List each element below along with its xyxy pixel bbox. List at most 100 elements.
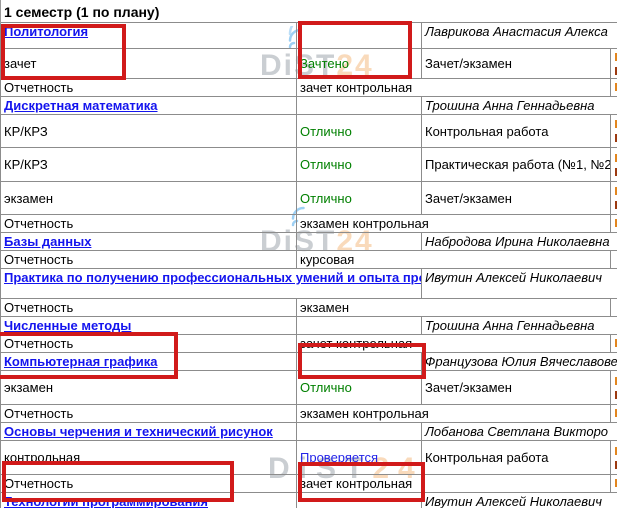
clipped-next-column-cell: [611, 115, 617, 148]
clipped-next-column-cell: [611, 215, 617, 233]
report-value-cell: экзамен контрольная: [297, 215, 611, 233]
report-row: Отчетность зачет контрольная: [1, 79, 617, 97]
report-value-cell: экзамен контрольная: [297, 405, 611, 423]
empty-cell: [297, 317, 422, 335]
course-row: Базы данных Набродова Ирина Николаевна: [1, 233, 617, 251]
clipped-next-column-cell: [611, 405, 617, 423]
highlight-annotation-box: [1, 24, 126, 80]
report-value: экзамен: [300, 300, 349, 315]
work-type: Контрольная работа: [425, 124, 548, 139]
report-row: Отчетность экзамен контрольная: [1, 405, 617, 423]
work-type-cell: Контрольная работа: [422, 115, 611, 148]
teacher-cell: Ивутин Алексей Николаевич: [422, 493, 617, 508]
teacher-name: Лобанова Светлана Викторо: [425, 424, 608, 439]
work-type-cell: Практическая работа (№1, №2): [422, 148, 611, 182]
clipped-next-column-cell: [611, 475, 617, 493]
teacher-name: Трошина Анна Геннадьевна: [425, 318, 595, 333]
highlight-annotation-box: [2, 461, 234, 502]
course-link[interactable]: Практика по получению профессиональных у…: [4, 270, 422, 285]
course-link[interactable]: Базы данных: [4, 234, 91, 249]
course-name-cell: Основы черчения и технический рисунок: [1, 423, 297, 441]
clipped-next-column-cell: [611, 299, 617, 317]
report-label: Отчетность: [4, 300, 73, 315]
grade-row: экзамен Отлично Зачет/экзамен: [1, 182, 617, 215]
report-label: Отчетность: [4, 80, 73, 95]
clipped-next-column-cell: [611, 335, 617, 353]
course-row: Основы черчения и технический рисунок Ло…: [1, 423, 617, 441]
course-row: Дискретная математика Трошина Анна Генна…: [1, 97, 617, 115]
report-label: Отчетность: [4, 216, 73, 231]
assessment-type-cell: экзамен: [1, 182, 297, 215]
report-value: зачет контрольная: [300, 80, 412, 95]
grade-row: КР/КРЗ Отлично Контрольная работа: [1, 115, 617, 148]
teacher-cell: Трошина Анна Геннадьевна: [422, 97, 617, 115]
report-label-cell: Отчетность: [1, 215, 297, 233]
course-name-cell: Дискретная математика: [1, 97, 297, 115]
clipped-next-column-cell: [611, 79, 617, 97]
teacher-cell: Французова Юлия Вячеславове: [422, 353, 617, 371]
empty-cell: [297, 233, 422, 251]
work-type-cell: Зачет/экзамен: [422, 49, 611, 79]
course-link[interactable]: Дискретная математика: [4, 98, 158, 113]
report-label-cell: Отчетность: [1, 251, 297, 269]
grade-value: Отлично: [300, 124, 352, 139]
empty-cell: [297, 423, 422, 441]
teacher-cell: Трошина Анна Геннадьевна: [422, 317, 617, 335]
assessment-type-cell: КР/КРЗ: [1, 148, 297, 182]
grade-cell: Отлично: [297, 115, 422, 148]
work-type: Зачет/экзамен: [425, 380, 512, 395]
teacher-cell: Ивутин Алексей Николаевич: [422, 269, 617, 299]
report-value: курсовая: [300, 252, 354, 267]
report-row: Отчетность курсовая: [1, 251, 617, 269]
course-link[interactable]: Численные методы: [4, 318, 131, 333]
report-label: Отчетность: [4, 252, 73, 267]
report-label-cell: Отчетность: [1, 299, 297, 317]
grade-cell: Отлично: [297, 182, 422, 215]
grade-value: Отлично: [300, 380, 352, 395]
teacher-name: Набродова Ирина Николаевна: [425, 234, 610, 249]
report-value: экзамен контрольная: [300, 216, 429, 231]
work-type: Зачет/экзамен: [425, 191, 512, 206]
clipped-next-column-cell: [611, 49, 617, 79]
teacher-name: Трошина Анна Геннадьевна: [425, 98, 595, 113]
work-type: Зачет/экзамен: [425, 56, 512, 71]
report-value-cell: зачет контрольная: [297, 79, 611, 97]
work-type: Практическая работа (№1, №2): [425, 157, 611, 172]
report-label-cell: Отчетность: [1, 79, 297, 97]
clipped-next-column-cell: [611, 251, 617, 269]
work-type-cell: Зачет/экзамен: [422, 371, 611, 405]
report-label: Отчетность: [4, 406, 73, 421]
teacher-cell: Набродова Ирина Николаевна: [422, 233, 617, 251]
clipped-next-column-cell: [611, 182, 617, 215]
highlight-annotation-box: [0, 332, 178, 379]
work-type: Контрольная работа: [425, 450, 548, 465]
empty-cell: [297, 97, 422, 115]
report-value: экзамен контрольная: [300, 406, 429, 421]
course-name-cell: Практика по получению профессиональных у…: [1, 269, 422, 299]
page-title: 1 семестр (1 по плану): [0, 0, 617, 22]
teacher-name: Ивутин Алексей Николаевич: [425, 494, 602, 508]
semester-grades-table: Политология Лаврикова Анастасия Алекса з…: [0, 22, 617, 508]
work-type-cell: Зачет/экзамен: [422, 182, 611, 215]
clipped-next-column-cell: [611, 148, 617, 182]
highlight-annotation-box: [298, 343, 426, 379]
clipped-next-column-cell: [611, 441, 617, 475]
report-row: Отчетность экзамен: [1, 299, 617, 317]
report-value-cell: экзамен: [297, 299, 611, 317]
clipped-next-column-cell: [611, 371, 617, 405]
teacher-name: Лаврикова Анастасия Алекса: [425, 24, 608, 39]
assessment-type: экзамен: [4, 380, 53, 395]
course-link[interactable]: Основы черчения и технический рисунок: [4, 424, 273, 439]
assessment-type: экзамен: [4, 191, 53, 206]
report-label-cell: Отчетность: [1, 405, 297, 423]
assessment-type: КР/КРЗ: [4, 124, 48, 139]
teacher-name: Ивутин Алексей Николаевич: [425, 270, 602, 285]
course-row: Практика по получению профессиональных у…: [1, 269, 617, 299]
semester-grades-screen: DiST24 DiST24 DiST24 1 семестр (1 по пла…: [0, 0, 617, 508]
report-value-cell: курсовая: [297, 251, 611, 269]
work-type-cell: Контрольная работа: [422, 441, 611, 475]
assessment-type-cell: КР/КРЗ: [1, 115, 297, 148]
grade-value: Отлично: [300, 191, 352, 206]
highlight-annotation-box: [298, 462, 425, 502]
grade-value: Отлично: [300, 157, 352, 172]
